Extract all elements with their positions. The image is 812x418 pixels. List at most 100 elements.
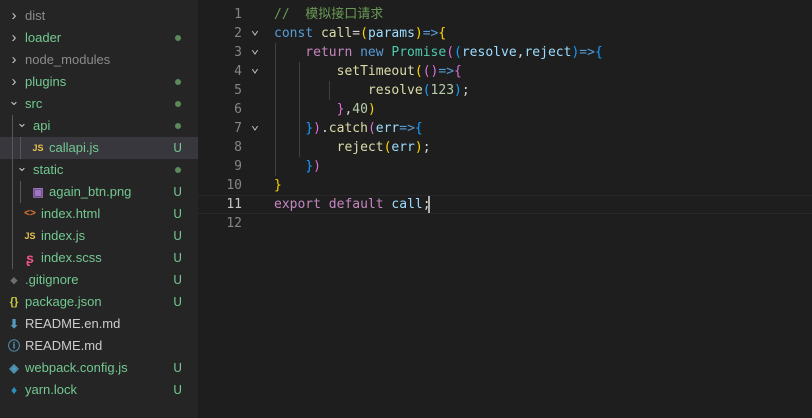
tree-indent-guide: [20, 181, 21, 203]
git-untracked-badge: U: [173, 251, 182, 265]
tree-item-label: package.json: [25, 294, 102, 309]
tree-item-label: static: [33, 162, 64, 177]
folder-item-src[interactable]: ⌄ src: [0, 93, 198, 115]
code-line[interactable]: 10}: [198, 176, 812, 195]
line-number: 7: [234, 121, 242, 136]
code-token: =>: [422, 26, 439, 41]
line-number: 2: [234, 26, 242, 41]
line-number: 10: [226, 178, 242, 193]
code-token: {: [454, 64, 462, 79]
code-line[interactable]: 6 },40): [198, 100, 812, 119]
code-editor[interactable]: 1// 模拟接口请求 2 ⌄ const call=(params)=>{3 ⌄ ret…: [198, 0, 812, 418]
fold-chevron-icon[interactable]: ⌄: [248, 23, 262, 37]
code-token: }: [274, 178, 282, 193]
code-line[interactable]: 3 ⌄ return new Promise((resolve,reject)=>…: [198, 42, 812, 62]
fold-chevron-icon[interactable]: ⌄: [248, 61, 262, 75]
code-token: (: [360, 26, 368, 41]
code-token: const: [274, 26, 321, 41]
file-item-readme-md[interactable]: ⓘ README.md: [0, 335, 198, 357]
tree-item-label: api: [33, 118, 51, 133]
fold-chevron-icon[interactable]: ⌄: [248, 118, 262, 132]
code-line[interactable]: 12: [198, 214, 812, 233]
file-item-again-btn-png[interactable]: ▣ again_btn.png U: [0, 181, 198, 203]
git-untracked-badge: U: [173, 141, 182, 155]
tree-item-label: plugins: [25, 74, 67, 89]
folder-item-loader[interactable]: › loader: [0, 27, 198, 49]
code-token: call: [391, 197, 423, 212]
tree-item-label: dist: [25, 8, 46, 23]
file-item-yarn-lock[interactable]: ♦ yarn.lock U: [0, 379, 198, 401]
code-token: 123: [430, 83, 455, 98]
code-line[interactable]: 5 resolve(123);: [198, 81, 812, 100]
git-modified-dot: [175, 123, 181, 129]
git-untracked-badge: U: [173, 295, 182, 309]
code-text: const call=(params)=>{: [274, 24, 446, 43]
code-text: },40): [274, 100, 376, 119]
line-number: 11: [226, 197, 242, 212]
tree-indent-guide: [12, 115, 13, 269]
file-item-readme-en-md[interactable]: ⬇ README.en.md: [0, 313, 198, 335]
info-file-icon: ⓘ: [7, 339, 20, 353]
chevron-right-icon[interactable]: ›: [8, 27, 20, 49]
code-line[interactable]: 11 export default call;: [198, 195, 812, 214]
tree-item-label: .gitignore: [25, 272, 79, 287]
code-token: ): [414, 26, 423, 41]
chevron-right-icon[interactable]: ›: [8, 71, 20, 93]
code-token: (: [454, 45, 462, 60]
chevron-right-icon[interactable]: ›: [8, 5, 20, 27]
code-token: {: [414, 121, 423, 136]
file-item-callapi-js[interactable]: JS callapi.js U: [0, 137, 198, 159]
file-item--gitignore[interactable]: ◆ .gitignore U: [0, 269, 198, 291]
image-file-icon: ▣: [32, 185, 44, 199]
code-token: // 模拟接口请求: [274, 7, 384, 22]
chevron-down-icon[interactable]: ⌄: [16, 115, 28, 137]
code-line[interactable]: 7 ⌄ }).catch(err=>{: [198, 118, 812, 138]
line-number: 5: [234, 83, 242, 98]
folder-item-static[interactable]: ⌄ static: [0, 159, 198, 181]
git-untracked-badge: U: [173, 361, 182, 375]
code-line[interactable]: 8 reject(err);: [198, 138, 812, 157]
folder-item-node-modules[interactable]: › node_modules: [0, 49, 198, 71]
code-text: reject(err);: [274, 138, 431, 157]
webpack-file-icon: ◈: [9, 361, 19, 375]
file-item-webpack-config-js[interactable]: ◈ webpack.config.js U: [0, 357, 198, 379]
code-token: export: [274, 197, 329, 212]
code-line[interactable]: 4 ⌄ setTimeout(()=>{: [198, 61, 812, 81]
code-line[interactable]: 1 // 模拟接口请求: [198, 5, 812, 24]
git-modified-dot: [175, 101, 181, 107]
folder-item-dist[interactable]: › dist: [0, 5, 198, 27]
file-item-index-scss[interactable]: ʂ index.scss U: [0, 247, 198, 269]
code-token: setTimeout: [274, 64, 415, 79]
chevron-down-icon[interactable]: ⌄: [16, 159, 28, 181]
chevron-right-icon[interactable]: ›: [8, 49, 20, 71]
line-number: 4: [234, 64, 242, 79]
code-token: ;: [461, 83, 470, 98]
explorer-sidebar: › dist › loader › node_modules › plugins ⌄ src ⌄ ap…: [0, 0, 198, 418]
git-file-icon: ◆: [10, 275, 18, 285]
code-token: =>: [399, 121, 415, 136]
fold-chevron-icon[interactable]: ⌄: [248, 42, 262, 56]
tree-item-label: loader: [25, 30, 62, 45]
code-token: reject: [524, 45, 572, 60]
code-text: }).catch(err=>{: [274, 119, 423, 138]
file-item-package-json[interactable]: {} package.json U: [0, 291, 198, 313]
line-number: 3: [234, 45, 242, 60]
chevron-down-icon[interactable]: ⌄: [8, 93, 20, 115]
file-item-index-html[interactable]: <> index.html U: [0, 203, 198, 225]
code-token: err: [375, 121, 400, 136]
line-number: 6: [234, 102, 242, 117]
code-token: ): [367, 102, 376, 117]
code-line[interactable]: 2 ⌄ const call=(params)=>{: [198, 23, 812, 43]
json-file-icon: {}: [9, 296, 19, 308]
git-modified-dot: [175, 79, 181, 85]
folder-item-plugins[interactable]: › plugins: [0, 71, 198, 93]
code-text: export default call;: [274, 196, 431, 213]
code-line[interactable]: 9 }): [198, 157, 812, 176]
file-item-index-js[interactable]: JS index.js U: [0, 225, 198, 247]
folder-item-api[interactable]: ⌄ api: [0, 115, 198, 137]
tree-item-label: yarn.lock: [25, 382, 78, 397]
text-cursor: [428, 196, 430, 213]
code-text: // 模拟接口请求: [274, 5, 383, 24]
